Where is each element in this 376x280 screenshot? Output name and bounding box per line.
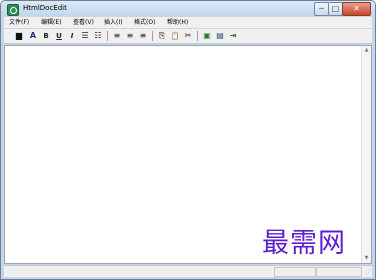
watermark: 最需网	[262, 228, 346, 259]
paste-icon[interactable]: 📋	[170, 31, 180, 41]
close-button[interactable]: ✕	[342, 2, 371, 16]
status-bar: ⋰	[4, 265, 372, 277]
toolbar-separator	[197, 31, 198, 41]
status-panel	[274, 267, 316, 277]
bullet-list-icon[interactable]: ☷	[93, 31, 103, 41]
align-left-icon[interactable]: ≡	[112, 31, 122, 41]
format-toolbar: ▆ A B U I ☰ ☷ ≡ ≡ ≡ ⎘ 📋 ✂ ▣ ▤ ⇥	[4, 29, 372, 44]
italic-icon[interactable]: I	[67, 31, 77, 41]
minimize-icon: ─	[319, 4, 324, 13]
menu-file[interactable]: 文件(F)	[9, 18, 29, 27]
bold-icon[interactable]: B	[41, 31, 51, 41]
menu-bar: 文件(F) 编辑(E) 查看(V) 插入(I) 格式(O) 帮助(H)	[4, 17, 372, 29]
maximize-button[interactable]: □	[328, 2, 343, 16]
underline-icon[interactable]: U	[54, 31, 64, 41]
scroll-up-icon[interactable]: ▲	[362, 46, 371, 55]
exit-icon[interactable]: ⇥	[228, 31, 238, 41]
vertical-scrollbar[interactable]: ▲ ▼	[361, 46, 371, 263]
menu-help[interactable]: 帮助(H)	[167, 18, 188, 27]
toolbar-separator	[107, 31, 108, 41]
copy-icon[interactable]: ⎘	[157, 31, 167, 41]
resize-grip-icon[interactable]: ⋰	[363, 269, 371, 277]
font-color-icon[interactable]: ▆	[14, 31, 24, 41]
toolbar-separator	[152, 31, 153, 41]
scroll-down-icon[interactable]: ▼	[362, 254, 371, 263]
app-icon	[7, 4, 19, 16]
minimize-button[interactable]: ─	[314, 2, 329, 16]
status-panel	[316, 267, 362, 277]
align-center-icon[interactable]: ≡	[125, 31, 135, 41]
title-bar[interactable]: HtmlDocEdit ─ □ ✕	[1, 1, 375, 16]
menu-insert[interactable]: 插入(I)	[104, 18, 122, 27]
numbered-list-icon[interactable]: ☰	[80, 31, 90, 41]
menu-format[interactable]: 格式(O)	[134, 18, 155, 27]
window-title: HtmlDocEdit	[23, 4, 67, 12]
align-right-icon[interactable]: ≡	[138, 31, 148, 41]
close-icon: ✕	[353, 4, 360, 13]
new-icon[interactable]: ▣	[202, 31, 212, 41]
save-icon[interactable]: ▤	[215, 31, 225, 41]
cut-icon[interactable]: ✂	[183, 31, 193, 41]
menu-edit[interactable]: 编辑(E)	[41, 18, 61, 27]
font-icon[interactable]: A	[28, 31, 38, 41]
menu-view[interactable]: 查看(V)	[73, 18, 94, 27]
maximize-icon: □	[331, 4, 340, 13]
